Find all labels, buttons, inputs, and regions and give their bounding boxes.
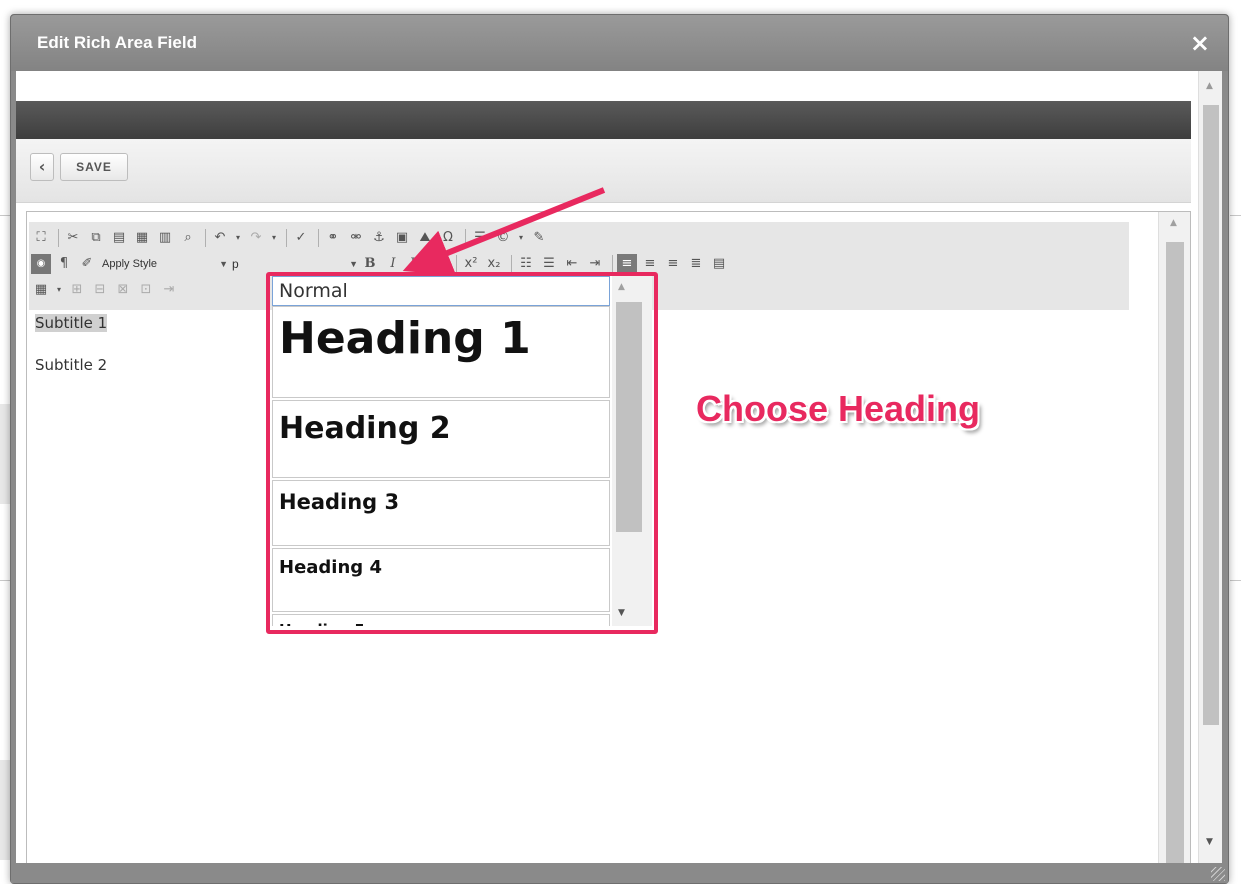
merge-icon[interactable]: ⊠ xyxy=(113,280,133,300)
chevron-down-icon: ▼ xyxy=(219,259,228,269)
background-divider xyxy=(1230,215,1241,216)
toolbar-row-1: ⛶ ✂ ⧉ ▤ ▦ ▥ ⌕ ↶ ▾ ↷ ▾ ✓ ⚭ ⚮ ⚓ ▣ ⛰ Ω ☰ © … xyxy=(31,226,552,250)
radio-icon[interactable]: ◉ xyxy=(31,254,51,274)
special-char-icon[interactable]: Ω xyxy=(438,228,458,248)
save-button[interactable]: SAVE xyxy=(60,153,128,181)
paste-word-icon[interactable]: ▦ xyxy=(132,228,152,248)
paste-icon[interactable]: ▤ xyxy=(109,228,129,248)
editor-scrollbar[interactable]: ▲ xyxy=(1158,212,1190,865)
toolbar-separator xyxy=(286,229,287,247)
undo-icon[interactable]: ↶ xyxy=(210,228,230,248)
copyright-icon[interactable]: © xyxy=(493,228,513,248)
toolbar-separator xyxy=(205,229,206,247)
dialog-title: Edit Rich Area Field xyxy=(37,33,197,52)
bold-icon[interactable]: B xyxy=(360,254,380,274)
align-right-icon[interactable]: ≡ xyxy=(663,254,683,274)
redo-icon[interactable]: ↷ xyxy=(246,228,266,248)
toolbar-separator xyxy=(318,229,319,247)
insert-row-icon[interactable]: ⊞ xyxy=(67,280,87,300)
dialog-header[interactable]: Edit Rich Area Field × xyxy=(11,15,1228,71)
content-line[interactable]: Subtitle 1 xyxy=(35,314,108,332)
annotation-label: Choose Heading xyxy=(696,388,981,429)
chevron-down-icon[interactable]: ▾ xyxy=(233,228,243,248)
scroll-up-icon[interactable]: ▲ xyxy=(1206,81,1213,91)
background-block xyxy=(0,760,10,860)
chevron-down-icon[interactable]: ▾ xyxy=(269,228,279,248)
chevron-down-icon[interactable]: ▾ xyxy=(54,280,64,300)
dialog-footer xyxy=(11,863,1228,883)
strikethrough-icon[interactable]: A xyxy=(429,254,449,274)
toolbar-row-3: ▦ ▾ ⊞ ⊟ ⊠ ⊡ ⇥ xyxy=(31,278,182,302)
indent-icon[interactable]: ⇥ xyxy=(585,254,605,274)
chevron-left-icon: ‹ xyxy=(38,157,46,176)
toolbar-separator xyxy=(456,255,457,273)
list-icon[interactable]: ☰ xyxy=(470,228,490,248)
justify-icon[interactable]: ≣ xyxy=(686,254,706,274)
background-divider xyxy=(1230,580,1241,581)
toolbar-separator xyxy=(511,255,512,273)
content-line[interactable]: Subtitle 2 xyxy=(35,356,107,374)
scroll-down-icon[interactable]: ▼ xyxy=(1206,837,1213,847)
paragraph-icon[interactable]: ¶ xyxy=(54,254,74,274)
close-icon[interactable]: × xyxy=(1190,29,1210,57)
scroll-up-icon[interactable]: ▲ xyxy=(1170,218,1177,228)
dialog-scrollbar[interactable]: ▲ ▼ xyxy=(1198,71,1222,865)
dark-header-bar xyxy=(16,101,1191,139)
cut-icon[interactable]: ✂ xyxy=(63,228,83,248)
source-icon[interactable]: ✎ xyxy=(529,228,549,248)
image-icon[interactable]: ⛰ xyxy=(415,228,435,248)
ordered-list-icon[interactable]: ☷ xyxy=(516,254,536,274)
highlight-box xyxy=(266,272,658,634)
back-button[interactable]: ‹ xyxy=(30,153,54,181)
format-select-value: p xyxy=(232,257,239,271)
split-icon[interactable]: ⊡ xyxy=(136,280,156,300)
table-icon[interactable]: ▦ xyxy=(31,280,51,300)
find-icon[interactable]: ⌕ xyxy=(178,228,198,248)
template-icon[interactable]: ▣ xyxy=(392,228,412,248)
italic-icon[interactable]: I xyxy=(383,254,403,274)
format-select[interactable]: p ▼ xyxy=(230,254,360,274)
align-other-icon[interactable]: ▤ xyxy=(709,254,729,274)
insert-col-icon[interactable]: ⊟ xyxy=(90,280,110,300)
fullscreen-icon[interactable]: ⛶ xyxy=(31,228,51,248)
unlink-icon[interactable]: ⚮ xyxy=(346,228,366,248)
anchor-icon[interactable]: ⚓ xyxy=(369,228,389,248)
link-icon[interactable]: ⚭ xyxy=(323,228,343,248)
superscript-icon[interactable]: x² xyxy=(461,254,481,274)
toolbar-separator xyxy=(465,229,466,247)
style-select-value: Apply Style xyxy=(102,258,158,270)
format-dropdown: Normal Heading 1 Heading 2 Heading 3 Hea… xyxy=(266,272,660,648)
align-left-icon[interactable]: ≡ xyxy=(617,254,637,274)
brush-icon[interactable]: ✐ xyxy=(77,254,97,274)
toolbar-separator xyxy=(612,255,613,273)
resize-grip-icon[interactable] xyxy=(1211,867,1225,881)
dialog-scroll-thumb[interactable] xyxy=(1203,105,1219,725)
toolbar-separator xyxy=(58,229,59,247)
align-center-icon[interactable]: ≡ xyxy=(640,254,660,274)
copy-icon[interactable]: ⧉ xyxy=(86,228,106,248)
unordered-list-icon[interactable]: ☰ xyxy=(539,254,559,274)
style-select[interactable]: Apply Style ▼ xyxy=(100,254,230,274)
outdent-icon[interactable]: ⇤ xyxy=(562,254,582,274)
paste-text-icon[interactable]: ▥ xyxy=(155,228,175,248)
underline-icon[interactable]: U xyxy=(406,254,426,274)
editor-scroll-thumb[interactable] xyxy=(1166,242,1184,865)
chevron-down-icon[interactable]: ▾ xyxy=(516,228,526,248)
action-toolbar: ‹ SAVE xyxy=(16,139,1191,203)
background-block xyxy=(0,404,10,504)
delete-icon[interactable]: ⇥ xyxy=(159,280,179,300)
chevron-down-icon: ▼ xyxy=(349,259,358,269)
spellcheck-icon[interactable]: ✓ xyxy=(291,228,311,248)
subscript-icon[interactable]: x₂ xyxy=(484,254,504,274)
